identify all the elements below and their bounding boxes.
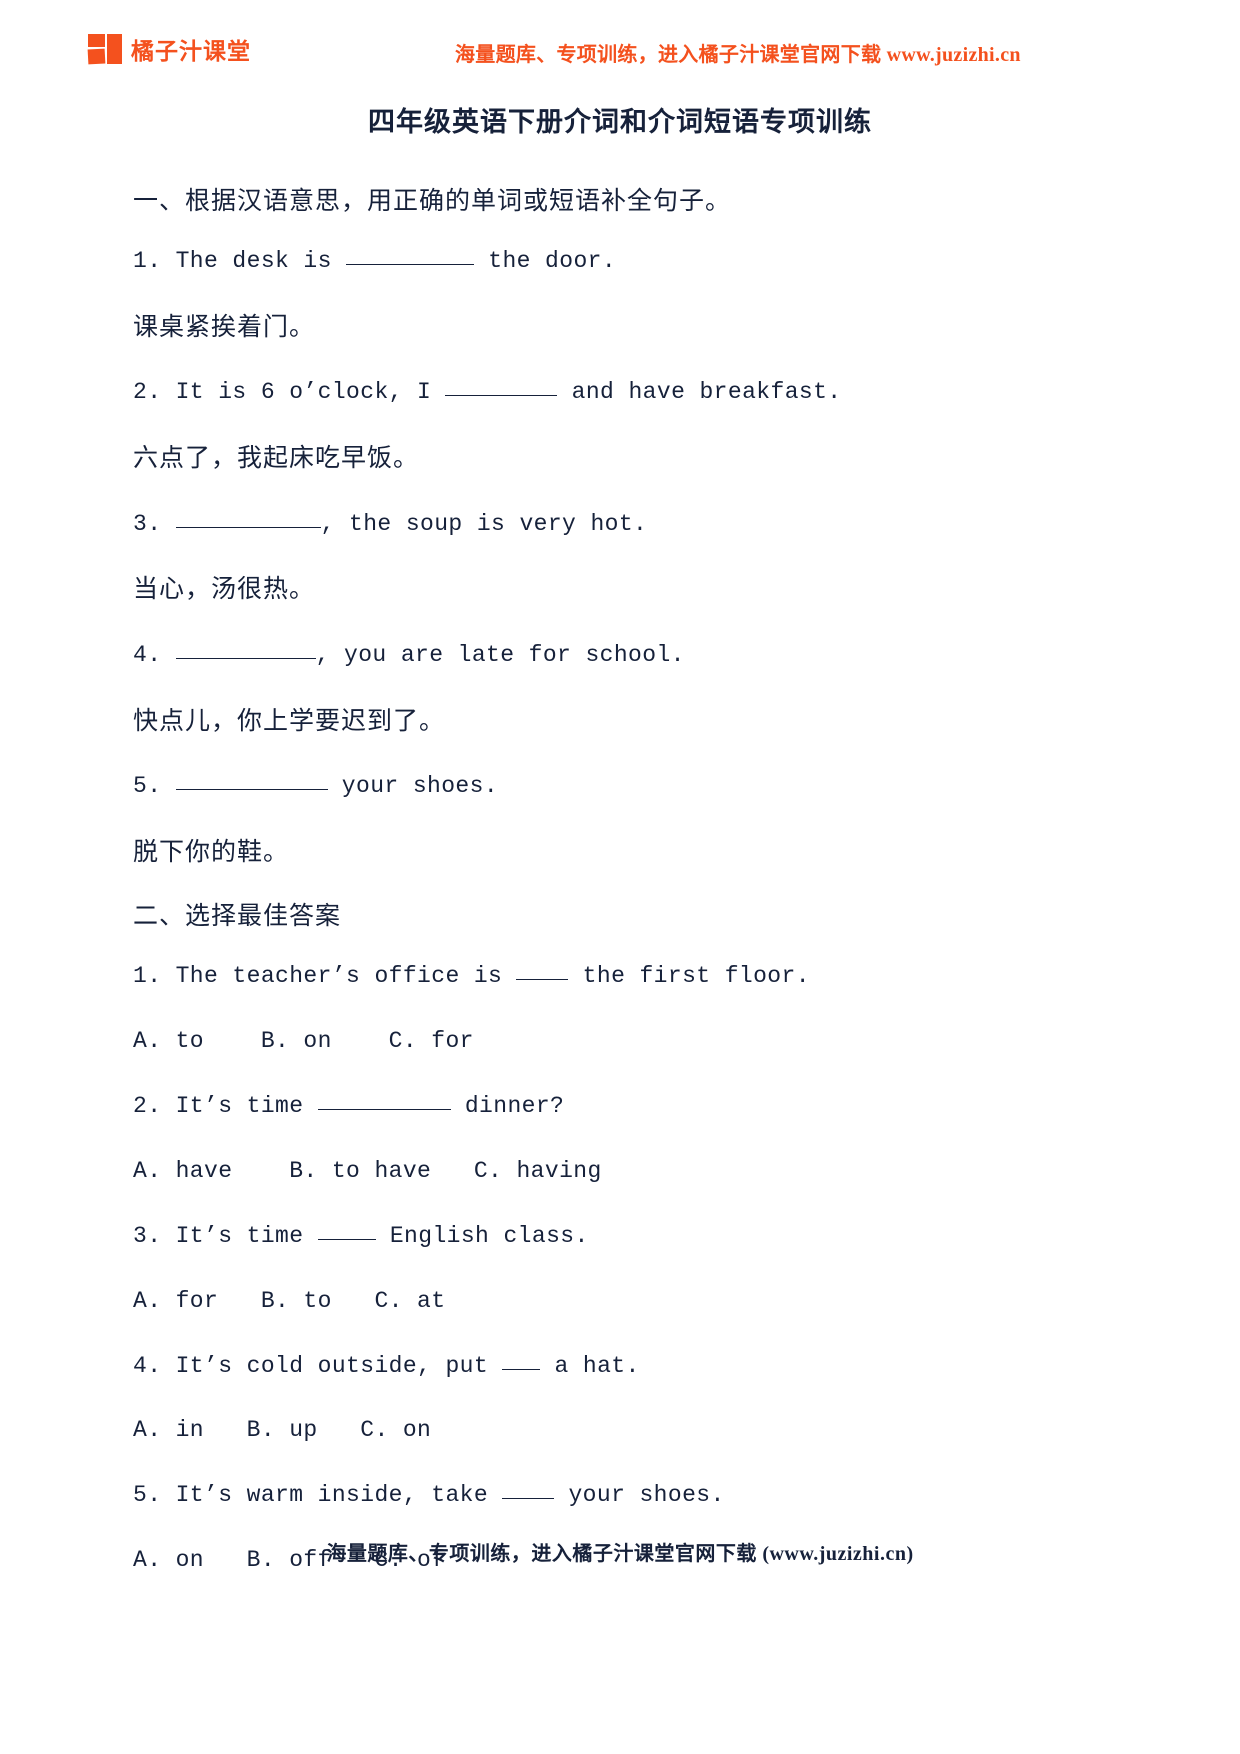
question-text-after: dinner? <box>450 1092 565 1119</box>
answer-blank[interactable] <box>317 1090 451 1110</box>
question-text-after: your shoes. <box>327 772 499 799</box>
question-text-after: the door. <box>474 248 617 275</box>
translation-line: 六点了，我起床吃早饭。 <box>133 445 420 473</box>
section-heading-1: 一、根据汉语意思，用正确的单词或短语补全句子。 <box>133 188 732 215</box>
question-item: 4. , you are late for school. <box>133 639 1123 671</box>
question-text-after: and have breakfast. <box>557 379 842 406</box>
question-text-after: the first floor. <box>568 963 810 990</box>
answer-blank[interactable] <box>516 960 569 981</box>
question-text-before: 2. It’s time <box>133 1092 318 1119</box>
question-item: 1. The teacher’s office is the first flo… <box>133 960 1123 992</box>
answer-blank[interactable] <box>502 1479 555 1500</box>
page-header: 橘子汁课堂 海量题库、专项训练，进入橘子汁课堂官网下载 www.juzizhi.… <box>0 28 1240 78</box>
answer-blank[interactable] <box>445 376 558 397</box>
question-text-after: a hat. <box>540 1352 640 1379</box>
question-text-after: English class. <box>375 1222 589 1249</box>
question-text-before: 1. The desk is <box>133 248 347 275</box>
worksheet-content: 一、根据汉语意思，用正确的单词或短语补全句子。 1. The desk is t… <box>133 186 1123 1609</box>
question-text-before: 5. <box>133 772 176 799</box>
question-text-before: 1. The teacher’s office is <box>133 963 517 990</box>
question-item: 5. your shoes. <box>133 770 1123 802</box>
header-promo-text: 海量题库、专项训练，进入橘子汁课堂官网下载 www.juzizhi.cn <box>455 44 1021 66</box>
question-text-after: , you are late for school. <box>315 641 685 668</box>
answer-blank[interactable] <box>317 1220 376 1240</box>
question-text-after: , the soup is very hot. <box>320 510 648 537</box>
answer-blank[interactable] <box>175 639 316 659</box>
answer-options[interactable]: A. to B. on C. for <box>133 1027 1123 1057</box>
question-text-before: 5. It’s warm inside, take <box>133 1482 503 1509</box>
section-heading-2: 二、选择最佳答案 <box>133 902 342 930</box>
answer-options[interactable]: A. for B. to C. at <box>133 1287 1123 1317</box>
translation-line: 课桌紧挨着门。 <box>133 314 316 342</box>
question-text-before: 2. It is 6 o’clock, I <box>133 379 446 406</box>
squares-logo-icon <box>87 34 122 65</box>
question-item: 3. It’s time English class. <box>133 1220 1123 1252</box>
question-item: 4. It’s cold outside, put a hat. <box>133 1350 1123 1382</box>
brand-logo: 橘子汁课堂 <box>87 32 251 66</box>
question-text-before: 4. <box>133 641 176 668</box>
translation-line: 当心，汤很热。 <box>133 576 316 604</box>
page-title: 四年级英语下册介词和介词短语专项训练 <box>368 107 872 137</box>
answer-blank[interactable] <box>502 1350 541 1370</box>
answer-options[interactable]: A. have B. to have C. having <box>133 1157 1123 1187</box>
question-text-before: 4. It’s cold outside, put <box>133 1352 503 1379</box>
question-item: 1. The desk is the door. <box>133 245 1123 277</box>
question-text-before: 3. <box>133 510 176 537</box>
question-item: 3. , the soup is very hot. <box>133 508 1123 540</box>
question-text-after: your shoes. <box>554 1482 725 1509</box>
answer-options[interactable]: A. in B. up C. on <box>133 1416 1123 1446</box>
answer-blank[interactable] <box>175 770 328 790</box>
translation-line: 快点儿，你上学要迟到了。 <box>133 707 446 735</box>
answer-blank[interactable] <box>175 508 321 528</box>
question-item: 2. It is 6 o’clock, I and have breakfast… <box>133 376 1123 408</box>
translation-line: 脱下你的鞋。 <box>133 838 290 866</box>
question-item: 2. It’s time dinner? <box>133 1090 1123 1122</box>
question-item: 5. It’s warm inside, take your shoes. <box>133 1479 1123 1511</box>
brand-name: 橘子汁课堂 <box>131 39 251 64</box>
question-text-before: 3. It’s time <box>133 1222 318 1249</box>
page-footer: 海量题库、专项训练，进入橘子汁课堂官网下载 (www.juzizhi.cn) <box>326 1543 914 1565</box>
answer-blank[interactable] <box>346 245 475 266</box>
worksheet-page: 橘子汁课堂 海量题库、专项训练，进入橘子汁课堂官网下载 www.juzizhi.… <box>0 0 1240 1754</box>
